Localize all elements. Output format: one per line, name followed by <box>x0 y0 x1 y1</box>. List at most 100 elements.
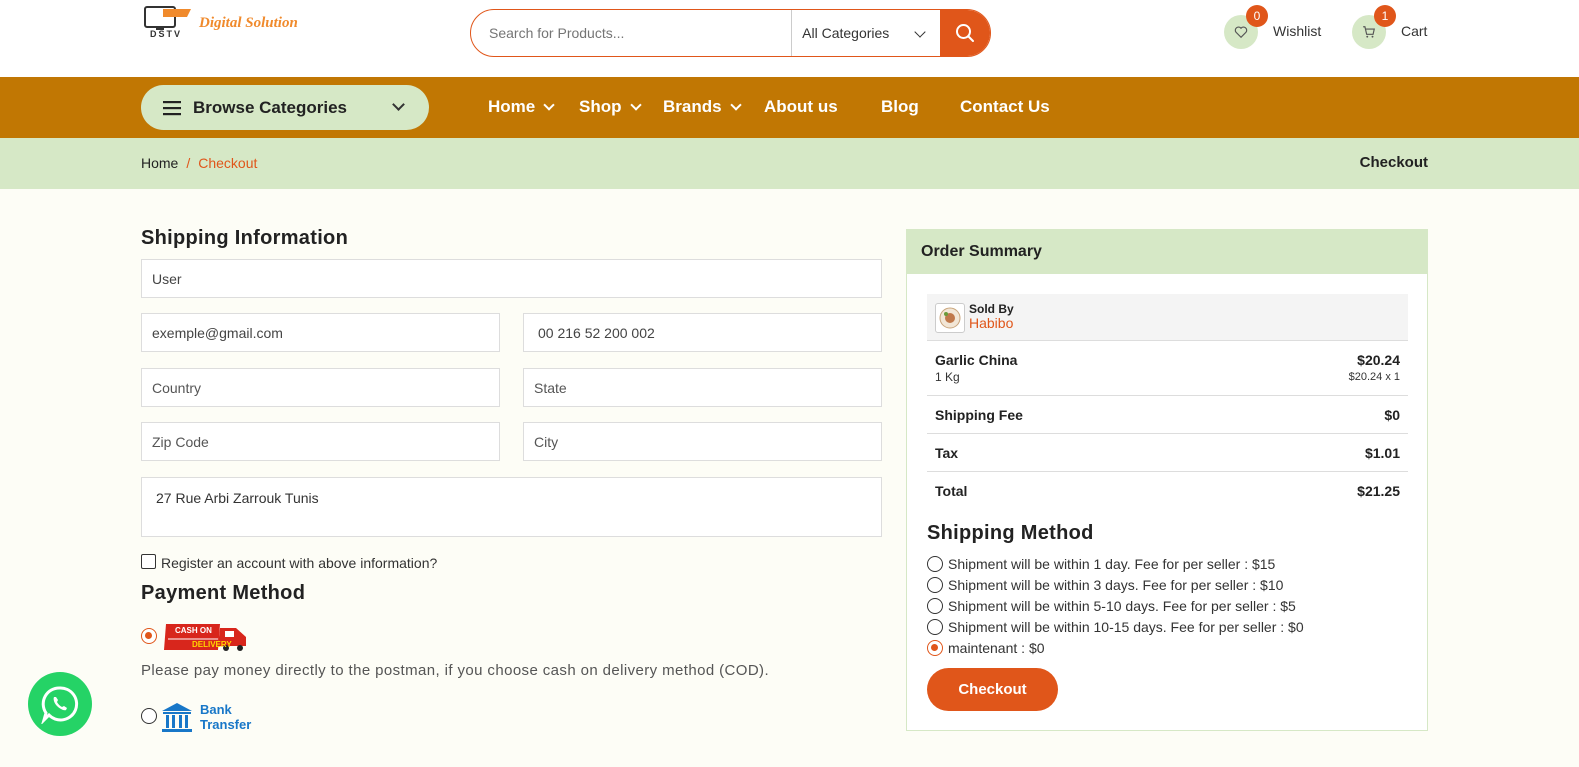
cart-icon <box>1363 26 1375 38</box>
cart-count-badge: 1 <box>1374 5 1396 27</box>
zip-code-field[interactable]: Zip Code <box>141 422 500 461</box>
breadcrumb: Home / Checkout <box>141 155 257 171</box>
checkout-button[interactable]: Checkout <box>927 668 1058 711</box>
page-title: Checkout <box>1359 154 1428 171</box>
cod-logo-line-2: DELIVERY <box>192 640 232 649</box>
browse-categories-button[interactable]: Browse Categories <box>141 85 429 130</box>
shipping-option-radio[interactable] <box>927 556 943 572</box>
whatsapp-icon <box>41 686 79 724</box>
main-nav: Browse Categories Home Shop Brands About… <box>0 77 1579 138</box>
breadcrumb-home-link[interactable]: Home <box>141 155 178 171</box>
cod-description: Please pay money directly to the postman… <box>141 662 770 679</box>
nav-item-label: Brands <box>663 97 722 116</box>
nav-item-label: Contact Us <box>960 97 1050 116</box>
bank-icon <box>162 703 192 732</box>
tax-label: Tax <box>935 445 959 461</box>
shipping-information-heading: Shipping Information <box>141 227 349 249</box>
shipping-option-radio[interactable] <box>927 577 943 593</box>
total-row: Total $21.25 <box>927 472 1408 510</box>
payment-bank-transfer-radio[interactable] <box>141 708 157 724</box>
nav-item-home[interactable]: Home <box>488 97 555 117</box>
search-bar: All Categories <box>470 9 991 57</box>
shipping-method-heading: Shipping Method <box>927 522 1094 544</box>
nav-item-about-us[interactable]: About us <box>764 97 838 117</box>
shipping-option-label: maintenant : $0 <box>948 640 1045 656</box>
nav-item-label: About us <box>764 97 838 116</box>
nav-item-label: Home <box>488 97 536 116</box>
cart-label[interactable]: Cart <box>1401 23 1427 39</box>
cod-logo-line-1: CASH ON <box>175 626 212 635</box>
shipping-option-label: Shipment will be within 10-15 days. Fee … <box>948 619 1304 635</box>
total-label: Total <box>935 483 968 499</box>
shipping-fee-label: Shipping Fee <box>935 407 1023 423</box>
shipping-fee-row: Shipping Fee $0 <box>927 396 1408 434</box>
wishlist-count-badge: 0 <box>1246 5 1268 27</box>
tax-value: $1.01 <box>1364 445 1400 461</box>
register-account-label[interactable]: Register an account with above informati… <box>161 555 437 571</box>
seller-name-link[interactable]: Habibo <box>969 315 1013 331</box>
breadcrumb-separator: / <box>186 155 191 171</box>
nav-item-label: Blog <box>881 97 919 116</box>
order-summary-heading: Order Summary <box>907 230 1427 274</box>
country-field[interactable]: Country <box>141 368 500 407</box>
bank-logo-line-1: Bank <box>200 702 232 717</box>
chevron-down-icon <box>729 98 742 111</box>
email-field[interactable]: exemple@gmail.com <box>141 313 500 352</box>
nav-item-shop[interactable]: Shop <box>579 97 642 117</box>
cash-on-delivery-logo[interactable]: CASH ON DELIVERY <box>162 622 250 652</box>
item-name: Garlic China <box>935 352 1018 368</box>
breadcrumb-bar: Home / Checkout Checkout <box>0 138 1579 189</box>
shipping-option-label: Shipment will be within 3 days. Fee for … <box>948 577 1284 593</box>
shipping-option-radio[interactable] <box>927 619 943 635</box>
address-textarea[interactable]: 27 Rue Arbi Zarrouk Tunis <box>141 477 882 537</box>
seller-logo-icon <box>939 307 961 329</box>
bank-transfer-logo[interactable]: Bank Transfer <box>160 702 255 734</box>
city-field[interactable]: City <box>523 422 882 461</box>
shipping-fee-value: $0 <box>1384 407 1400 423</box>
order-item-row: Garlic China 1 Kg $20.24 $20.24 x 1 <box>927 341 1408 396</box>
order-summary-panel: Order Summary Sold By Habibo Garlic Chin… <box>906 229 1428 731</box>
whatsapp-chat-button[interactable] <box>28 672 92 736</box>
shipping-option-label: Shipment will be within 1 day. Fee for p… <box>948 556 1276 572</box>
sold-by-label: Sold By <box>969 302 1014 316</box>
total-value: $21.25 <box>1357 483 1400 499</box>
menu-icon <box>163 100 181 115</box>
item-price: $20.24 <box>1357 352 1400 368</box>
seller-block: Sold By Habibo <box>927 294 1408 341</box>
category-select-value: All Categories <box>802 25 890 41</box>
breadcrumb-current: Checkout <box>198 155 258 171</box>
tax-row: Tax $1.01 <box>927 434 1408 472</box>
nav-item-label: Shop <box>579 97 622 116</box>
payment-method-heading: Payment Method <box>141 582 306 604</box>
item-unit-line: $20.24 x 1 <box>1348 371 1400 383</box>
wishlist-button[interactable]: 0 <box>1224 5 1268 49</box>
logo-brand-text: Digital Solution <box>199 15 298 31</box>
search-button[interactable] <box>940 10 990 56</box>
register-account-checkbox[interactable] <box>141 554 156 569</box>
state-field[interactable]: State <box>523 368 882 407</box>
chevron-down-icon <box>914 26 926 38</box>
search-icon <box>956 24 975 42</box>
payment-cod-radio[interactable] <box>141 628 157 644</box>
shipping-option-radio-selected[interactable] <box>927 640 943 656</box>
nav-item-contact-us[interactable]: Contact Us <box>960 97 1050 117</box>
chevron-down-icon <box>543 98 555 111</box>
browse-categories-label: Browse Categories <box>193 97 347 117</box>
cart-button[interactable]: 1 <box>1352 5 1396 49</box>
shipping-option-radio[interactable] <box>927 598 943 614</box>
wishlist-label[interactable]: Wishlist <box>1273 23 1321 39</box>
nav-item-brands[interactable]: Brands <box>663 97 742 117</box>
name-field[interactable]: User <box>141 259 882 298</box>
top-header: DSTV Digital Solution All Categories 0 W… <box>0 0 1579 77</box>
seller-avatar[interactable] <box>935 303 965 333</box>
category-select[interactable]: All Categories <box>791 10 940 56</box>
chevron-down-icon <box>392 98 405 111</box>
site-logo[interactable]: DSTV Digital Solution <box>143 3 313 43</box>
logo-mark-text: DSTV <box>150 29 183 39</box>
heart-icon <box>1234 26 1248 39</box>
item-variant: 1 Kg <box>935 370 960 384</box>
chevron-down-icon <box>629 98 642 111</box>
nav-item-blog[interactable]: Blog <box>881 97 919 117</box>
search-input[interactable] <box>471 10 792 56</box>
phone-field[interactable]: 00 216 52 200 002 <box>523 313 882 352</box>
